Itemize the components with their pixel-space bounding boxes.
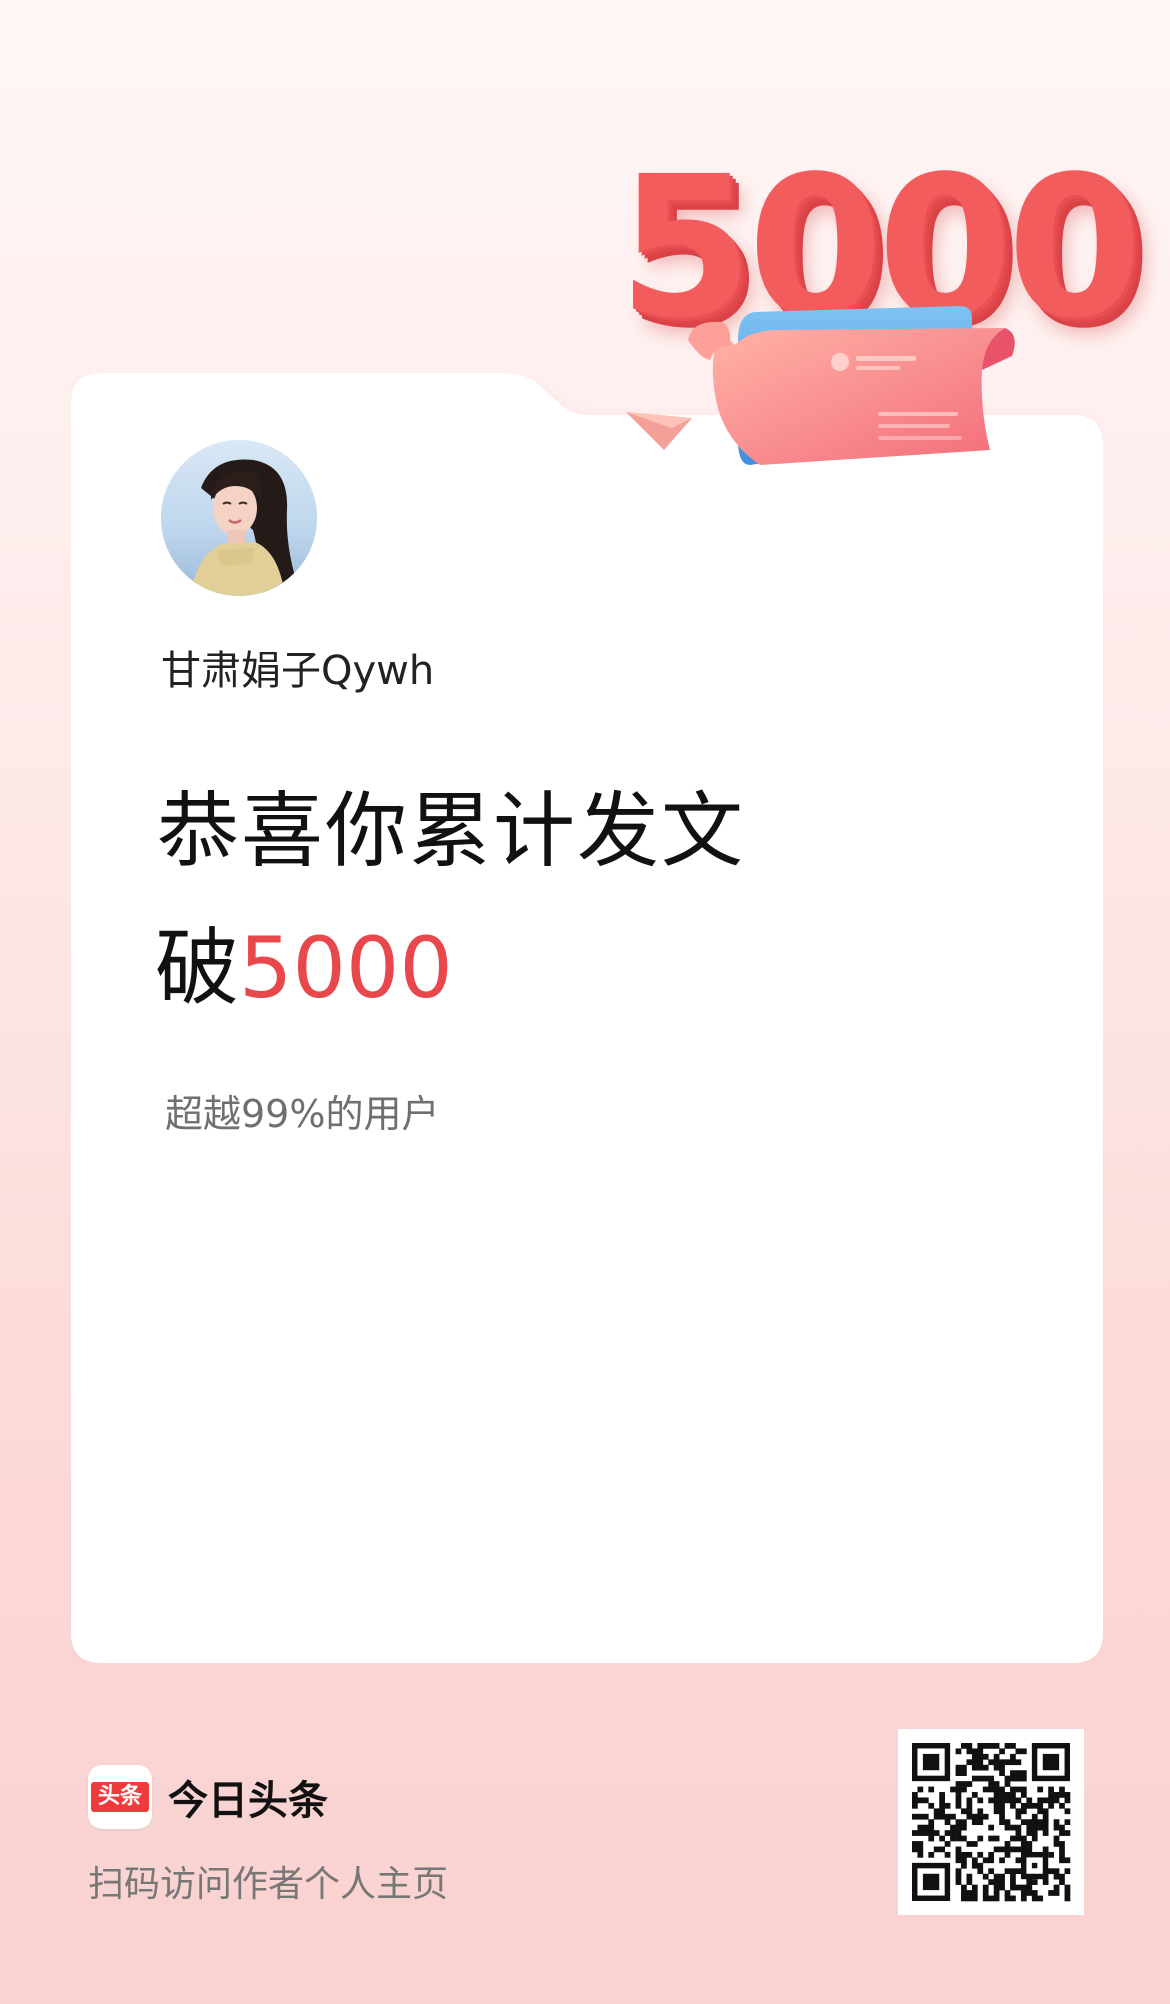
toutiao-logo-text: 头条: [91, 1782, 149, 1812]
qr-code-icon: [912, 1743, 1071, 1902]
scroll-illustration-icon: [626, 306, 1015, 465]
toutiao-logo-icon: 头条: [88, 1765, 152, 1829]
achievement-headline: 恭喜你累计发文: [157, 784, 746, 879]
user-avatar-icon: [161, 440, 317, 596]
ranking-subtitle: 超越99%的用户: [165, 1092, 440, 1136]
achievement-prefix: 破: [155, 919, 240, 1017]
username-label[interactable]: 甘肃娟子Qywh: [161, 638, 434, 696]
app-name: 今日头条: [168, 1778, 328, 1824]
brand-row: 头条 今日头条: [88, 1765, 328, 1829]
achievement-count: 5000: [239, 919, 453, 1017]
qr-code[interactable]: [898, 1729, 1084, 1915]
achievement-count-line: 破5000: [155, 918, 453, 1019]
paper-plane-icon: [626, 412, 692, 450]
scan-hint-text: 扫码访问作者个人主页: [88, 1864, 449, 1905]
share-poster: 5000 甘肃娟子Qywh 恭喜你累计发文 破5000 超越99%的用户 头条 …: [0, 0, 1170, 2004]
user-avatar[interactable]: [161, 440, 317, 596]
